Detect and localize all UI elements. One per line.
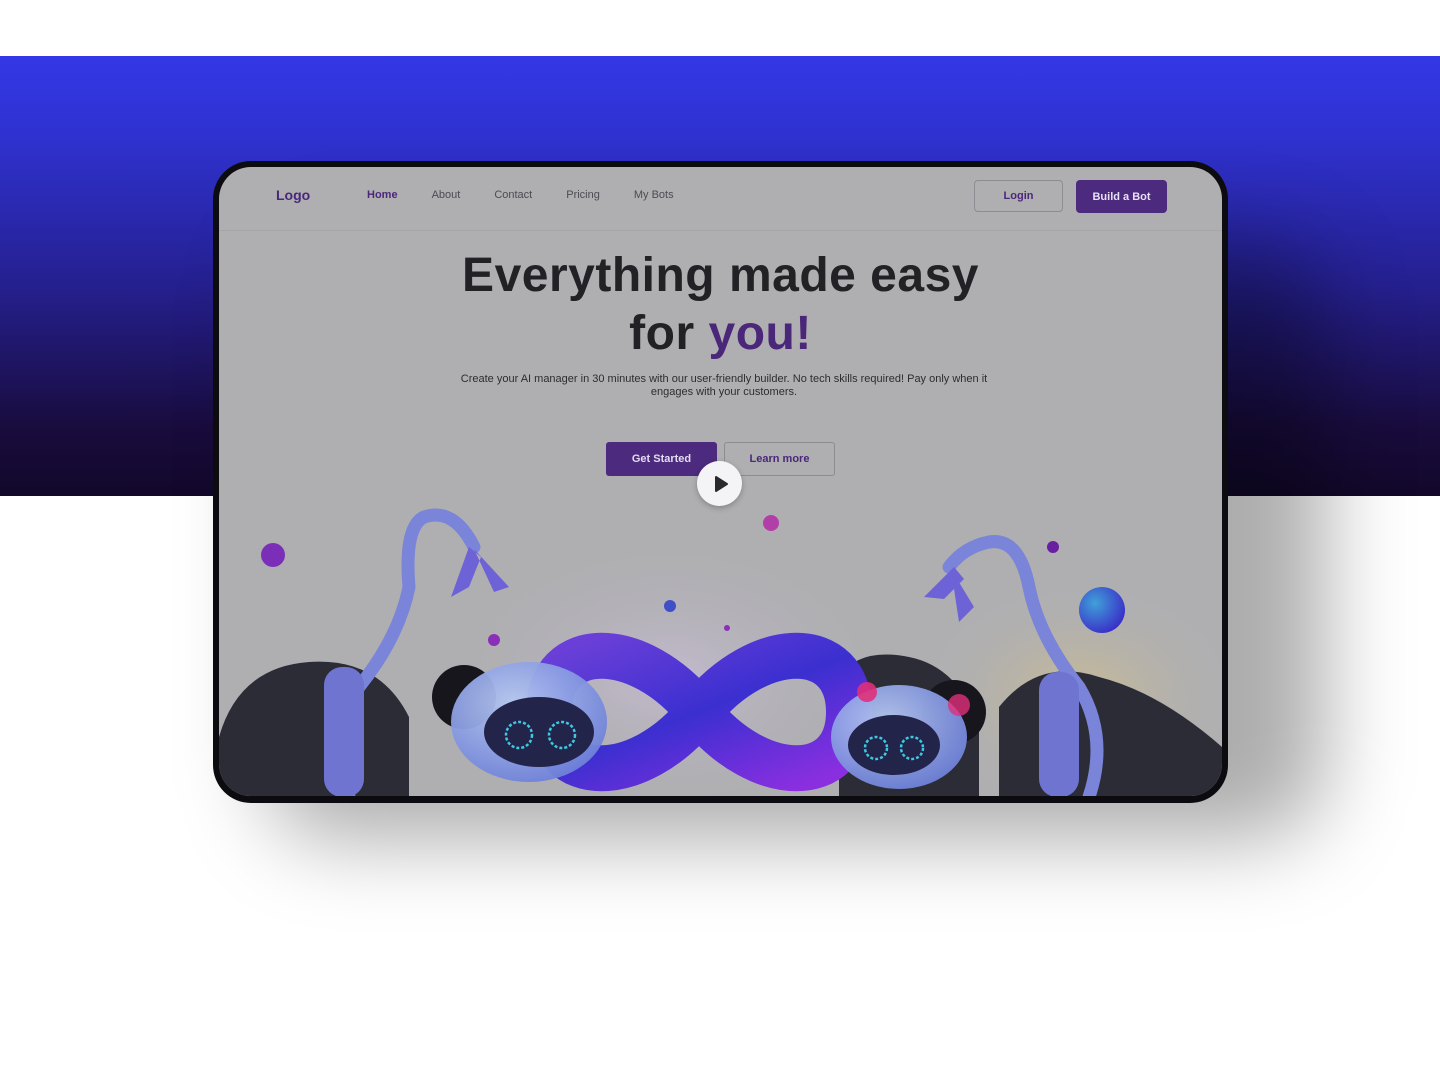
hero-title-line1: Everything made easy bbox=[462, 249, 979, 302]
nav-item-home[interactable]: Home bbox=[367, 189, 398, 201]
play-video-button[interactable] bbox=[697, 461, 742, 506]
top-navbar: Logo Home About Contact Pricing My Bots … bbox=[219, 167, 1222, 231]
nav-item-my-bots[interactable]: My Bots bbox=[634, 189, 674, 201]
robots-infinity-illustration bbox=[219, 508, 1222, 796]
logo[interactable]: Logo bbox=[276, 187, 310, 203]
login-button[interactable]: Login bbox=[974, 180, 1063, 212]
tablet-frame: Logo Home About Contact Pricing My Bots … bbox=[213, 161, 1228, 803]
hero-subtitle: Create your AI manager in 30 minutes wit… bbox=[460, 373, 988, 398]
build-a-bot-button[interactable]: Build a Bot bbox=[1076, 180, 1167, 213]
hero-title-prefix: for bbox=[629, 307, 709, 360]
hero-title-line2: for you! bbox=[219, 305, 1222, 363]
learn-more-button[interactable]: Learn more bbox=[724, 442, 835, 476]
nav-item-about[interactable]: About bbox=[432, 189, 461, 201]
nav-item-contact[interactable]: Contact bbox=[494, 189, 532, 201]
nav-item-pricing[interactable]: Pricing bbox=[566, 189, 600, 201]
play-icon bbox=[714, 475, 728, 492]
nav-menu: Home About Contact Pricing My Bots bbox=[367, 189, 674, 201]
screen: Logo Home About Contact Pricing My Bots … bbox=[219, 167, 1222, 796]
hero-title: Everything made easy for you! bbox=[219, 247, 1222, 363]
hero-title-accent: you! bbox=[708, 307, 812, 360]
